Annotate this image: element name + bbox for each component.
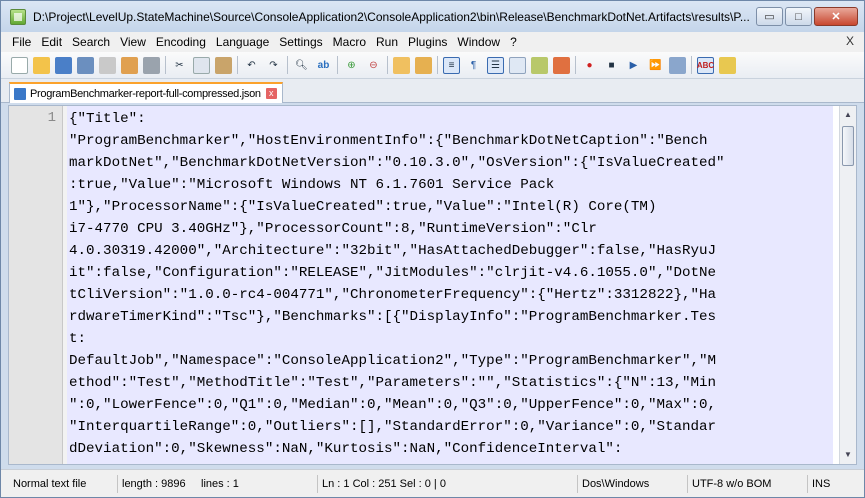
code-line: it":false,"Configuration":"RELEASE","Jit… <box>69 265 717 281</box>
sync-h-icon[interactable] <box>415 56 432 74</box>
find-icon[interactable]: 🔍︎ <box>293 57 310 74</box>
scrollbar-thumb[interactable] <box>842 126 854 166</box>
status-position: Ln : 1 Col : 251 Sel : 0 | 0 <box>317 475 575 493</box>
title-bar[interactable]: D:\Project\LevelUp.StateMachine\Source\C… <box>1 1 864 32</box>
toolbar-separator <box>237 56 238 74</box>
status-length: length : 9896 <box>117 475 197 493</box>
plugin-icon[interactable] <box>719 56 736 74</box>
code-line: rdwareTimerKind":"Tsc"},"Benchmarks":[{"… <box>69 309 717 325</box>
code-line: 4.0.30319.42000","Architecture":"32bit",… <box>69 243 717 259</box>
menu-bar: File Edit Search View Encoding Language … <box>1 32 864 52</box>
code-line: DefaultJob","Namespace":"ConsoleApplicat… <box>69 353 717 369</box>
toolbar-separator <box>575 56 576 74</box>
menu-language[interactable]: Language <box>211 35 274 49</box>
menu-macro[interactable]: Macro <box>328 35 371 49</box>
redo-icon[interactable]: ↷ <box>265 57 282 74</box>
record-macro-icon[interactable]: ● <box>581 57 598 74</box>
toolbar-separator <box>691 56 692 74</box>
vertical-scrollbar[interactable]: ▲ ▼ <box>839 106 856 464</box>
code-line: 1"},"ProcessorName":{"IsValueCreated":tr… <box>69 199 657 215</box>
notepad-window: D:\Project\LevelUp.StateMachine\Source\C… <box>0 0 865 498</box>
line-number: 1 <box>47 110 56 126</box>
tab-label: ProgramBenchmarker-report-full-compresse… <box>30 87 261 100</box>
menu-run[interactable]: Run <box>371 35 403 49</box>
status-file-type: Normal text file <box>13 478 87 490</box>
show-all-chars-icon[interactable]: ¶ <box>465 57 482 74</box>
open-file-icon[interactable] <box>33 56 50 74</box>
menu-file[interactable]: File <box>7 35 36 49</box>
word-wrap-icon[interactable]: ≡ <box>443 56 460 74</box>
tab-programbenchmarker-json[interactable]: ProgramBenchmarker-report-full-compresse… <box>9 82 283 103</box>
code-line: t: <box>69 331 87 347</box>
close-all-icon[interactable] <box>121 56 138 74</box>
toolbar: ✂ ↶ ↷ 🔍︎ ab ⊕ ⊖ ≡ ¶ ☰ ● ■ ▶ ⏩ ABC <box>1 52 864 79</box>
status-bar: Normal text file length : 9896 lines : 1… <box>1 469 864 497</box>
run-macro-multiple-icon[interactable]: ⏩ <box>647 57 664 74</box>
zoom-in-icon[interactable]: ⊕ <box>343 57 360 74</box>
status-encoding: UTF-8 w/o BOM <box>687 475 805 493</box>
indent-guide-icon[interactable]: ☰ <box>487 56 504 74</box>
menu-view[interactable]: View <box>115 35 151 49</box>
play-macro-icon[interactable]: ▶ <box>625 57 642 74</box>
code-line: markDotNet","BenchmarkDotNetVersion":"0.… <box>69 155 725 171</box>
tab-close-icon[interactable]: x <box>265 88 277 99</box>
toolbar-separator <box>287 56 288 74</box>
stop-record-icon[interactable]: ■ <box>603 57 620 74</box>
code-line: "ProgramBenchmarker","HostEnvironmentInf… <box>69 133 708 149</box>
menu-plugins[interactable]: Plugins <box>403 35 452 49</box>
toolbar-separator <box>437 56 438 74</box>
maximize-button[interactable]: □ <box>785 7 812 26</box>
doc-map-icon[interactable] <box>509 56 526 74</box>
file-saved-icon <box>14 87 26 100</box>
scroll-up-arrow-icon[interactable]: ▲ <box>841 107 855 123</box>
close-window-button[interactable]: ✕ <box>814 7 858 26</box>
code-line: :true,"Value":"Microsoft Windows NT 6.1.… <box>69 177 555 193</box>
minimize-button[interactable]: ▭ <box>756 7 783 26</box>
tab-bar: ProgramBenchmarker-report-full-compresse… <box>1 79 864 103</box>
code-line: i7-4770 CPU 3.40GHz"},"ProcessorCount":8… <box>69 221 597 237</box>
undo-icon[interactable]: ↶ <box>243 57 260 74</box>
folder-workspace-icon[interactable] <box>553 56 570 74</box>
new-file-icon[interactable] <box>11 56 28 74</box>
save-all-icon[interactable] <box>77 56 94 74</box>
code-line: ":0,"LowerFence":0,"Q1":0,"Median":0,"Me… <box>69 397 717 413</box>
menu-encoding[interactable]: Encoding <box>151 35 211 49</box>
toolbar-separator <box>165 56 166 74</box>
function-list-icon[interactable] <box>531 56 548 74</box>
menu-settings[interactable]: Settings <box>274 35 327 49</box>
spellcheck-icon[interactable]: ABC <box>697 56 714 74</box>
window-controls: ▭ □ ✕ <box>754 7 858 26</box>
save-icon[interactable] <box>55 56 72 74</box>
scroll-down-arrow-icon[interactable]: ▼ <box>841 447 855 463</box>
close-icon[interactable] <box>99 56 116 74</box>
status-lines: lines : 1 <box>201 478 239 490</box>
close-document-button[interactable]: X <box>846 34 854 48</box>
toolbar-separator <box>387 56 388 74</box>
status-insert-mode: INS <box>807 475 847 493</box>
status-eol: Dos\Windows <box>577 475 685 493</box>
toolbar-separator <box>337 56 338 74</box>
text-area[interactable]: {"Title": "ProgramBenchmarker","HostEnvi… <box>67 106 833 464</box>
code-line: dDeviation":0,"Skewness":NaN,"Kurtosis":… <box>69 441 623 457</box>
menu-search[interactable]: Search <box>67 35 115 49</box>
cut-icon[interactable]: ✂ <box>171 57 188 74</box>
notepad-app-icon[interactable] <box>10 9 26 25</box>
code-line: "InterquartileRange":0,"Outliers":[],"St… <box>69 419 717 435</box>
zoom-out-icon[interactable]: ⊖ <box>365 57 382 74</box>
menu-edit[interactable]: Edit <box>36 35 67 49</box>
menu-window[interactable]: Window <box>452 35 505 49</box>
window-title: D:\Project\LevelUp.StateMachine\Source\C… <box>33 10 750 24</box>
copy-icon[interactable] <box>193 56 210 74</box>
editor-pane[interactable]: 1 {"Title": "ProgramBenchmarker","HostEn… <box>8 105 857 465</box>
paste-icon[interactable] <box>215 56 232 74</box>
sync-v-icon[interactable] <box>393 56 410 74</box>
line-number-gutter: 1 <box>9 106 63 464</box>
code-line: tCliVersion":"1.0.0-rc4-004771","Chronom… <box>69 287 717 303</box>
save-macro-icon[interactable] <box>669 56 686 74</box>
menu-help[interactable]: ? <box>505 35 522 49</box>
replace-icon[interactable]: ab <box>315 57 332 74</box>
code-line: ethod":"Test","MethodTitle":"Test","Para… <box>69 375 717 391</box>
print-icon[interactable] <box>143 56 160 74</box>
code-line: {"Title": <box>69 111 146 127</box>
